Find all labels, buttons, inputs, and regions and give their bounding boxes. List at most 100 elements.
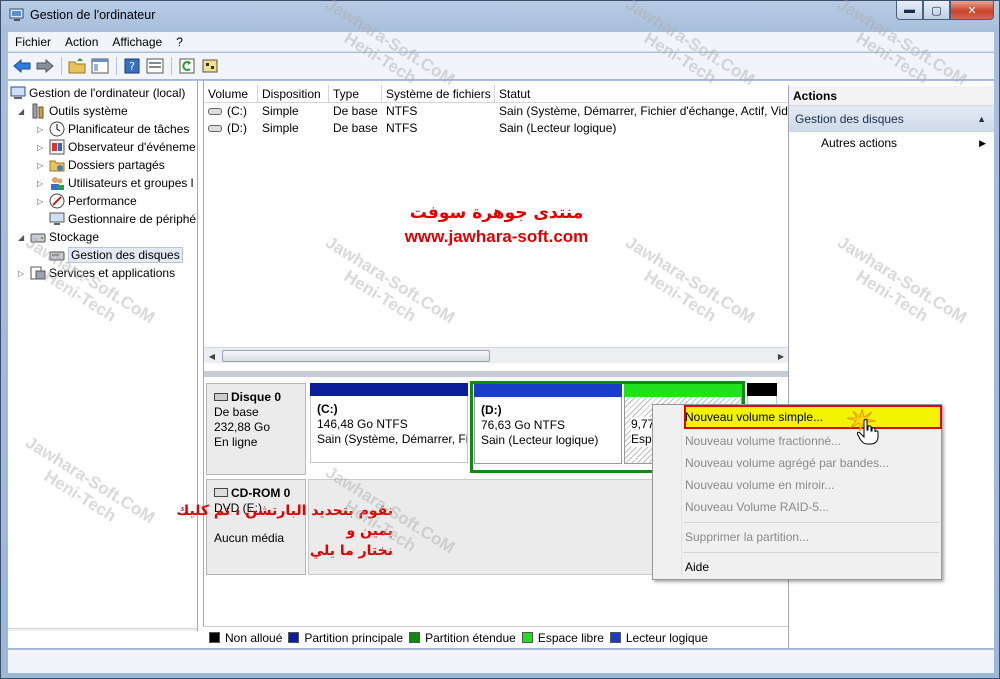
menu-help[interactable]: Aide bbox=[685, 557, 709, 577]
legend-label: Lecteur logique bbox=[625, 630, 708, 645]
table-row[interactable]: (D:) Simple De base NTFS Sain (Lecteur l… bbox=[204, 120, 789, 137]
status-cell: Sain (Système, Démarrer, Fichier d'échan… bbox=[499, 104, 788, 118]
menu-new-raid5-volume[interactable]: Nouveau Volume RAID-5... bbox=[685, 497, 829, 517]
volume-list-horizontal-scrollbar[interactable]: ◀ ▶ bbox=[204, 347, 789, 363]
tree-label: Observateur d'événeme bbox=[68, 140, 196, 154]
cdrom-name: CD-ROM 0 bbox=[231, 486, 291, 500]
tree-item-shared-folders[interactable]: ▷ Dossiers partagés bbox=[37, 156, 165, 174]
forward-button[interactable] bbox=[34, 55, 56, 77]
expand-arrow-icon[interactable]: ▷ bbox=[37, 143, 47, 152]
actions-more-actions[interactable]: Autres actions ▶ bbox=[789, 132, 994, 154]
tree-item-system-tools[interactable]: ◢ Outils système bbox=[18, 102, 128, 120]
legend-label: Partition principale bbox=[304, 630, 404, 645]
scroll-right-icon[interactable]: ▶ bbox=[773, 348, 789, 364]
title-bar[interactable]: Gestion de l'ordinateur ▬ ▢ ✕ bbox=[1, 1, 999, 31]
tree-label: Gestionnaire de périphé bbox=[68, 212, 197, 226]
legend-label: Espace libre bbox=[537, 630, 604, 645]
cdrom-icon bbox=[214, 488, 228, 497]
expand-arrow-icon[interactable]: ▷ bbox=[18, 269, 28, 278]
column-header-volume[interactable]: Volume bbox=[204, 85, 258, 102]
refresh-button[interactable] bbox=[176, 55, 198, 77]
tree-item-computer-management[interactable]: Gestion de l'ordinateur (local) bbox=[10, 84, 185, 102]
free-space-size: 9,77 bbox=[631, 417, 655, 432]
back-button[interactable] bbox=[11, 55, 33, 77]
context-menu: Nouveau volume simple... Nouveau volume … bbox=[652, 404, 942, 580]
scroll-right-icon[interactable]: ▶ bbox=[182, 629, 197, 631]
column-header-file-system[interactable]: Système de fichiers bbox=[382, 85, 495, 102]
instruction-note-arabic: نقوم بتحديد البارتشن ، ثم كليك يمين و نخ… bbox=[143, 501, 393, 561]
maximize-button[interactable]: ▢ bbox=[923, 1, 950, 20]
partition-d[interactable]: (D:) 76,63 Go NTFS Sain (Lecteur logique… bbox=[474, 384, 622, 469]
partition-c-details: (C:) 146,48 Go NTFS Sain (Système, Démar… bbox=[310, 396, 468, 463]
legend-item: Lecteur logique bbox=[609, 630, 708, 645]
toolbar-separator bbox=[61, 57, 62, 75]
tree-item-storage[interactable]: ◢ Stockage bbox=[18, 228, 99, 246]
up-folder-button[interactable] bbox=[66, 55, 88, 77]
tree-item-services-applications[interactable]: ▷ Services et applications bbox=[18, 264, 175, 282]
partition-c[interactable]: (C:) 146,48 Go NTFS Sain (Système, Démar… bbox=[310, 383, 468, 468]
column-header-status[interactable]: Statut bbox=[495, 85, 789, 102]
actions-section-disk-management[interactable]: Gestion des disques ▲ bbox=[789, 106, 994, 132]
properties-button[interactable] bbox=[144, 55, 166, 77]
partition-status: Sain (Lecteur logique) bbox=[481, 433, 599, 447]
menu-new-spanned-volume[interactable]: Nouveau volume fractionné... bbox=[685, 431, 841, 451]
window-title: Gestion de l'ordinateur bbox=[30, 8, 156, 22]
forward-arrow-icon bbox=[36, 59, 54, 73]
tree-item-event-viewer[interactable]: ▷ Observateur d'événeme bbox=[37, 138, 196, 156]
settings-button[interactable] bbox=[199, 55, 221, 77]
expand-arrow-icon[interactable]: ▷ bbox=[37, 125, 47, 134]
collapse-arrow-icon[interactable]: ◢ bbox=[18, 107, 28, 116]
menu-gutter bbox=[681, 407, 682, 577]
menu-fichier[interactable]: Fichier bbox=[8, 35, 58, 49]
toolbar: ? bbox=[8, 53, 994, 80]
legend-item: Non alloué bbox=[209, 631, 282, 645]
help-button[interactable]: ? bbox=[121, 55, 143, 77]
disk-0-label[interactable]: Disque 0 De base 232,88 Go En ligne bbox=[206, 383, 306, 475]
show-console-tree-button[interactable] bbox=[89, 55, 111, 77]
table-row[interactable]: (C:) Simple De base NTFS Sain (Système, … bbox=[204, 103, 789, 120]
menu-new-simple-volume[interactable]: Nouveau volume simple... bbox=[685, 407, 823, 427]
computer-management-window: Gestion de l'ordinateur ▬ ▢ ✕ Fichier Ac… bbox=[0, 0, 1000, 679]
disk-management-icon bbox=[49, 247, 65, 263]
disk-state: En ligne bbox=[214, 435, 258, 449]
volume-name: (C:) bbox=[227, 104, 247, 118]
tree-item-task-scheduler[interactable]: ▷ Planificateur de tâches bbox=[37, 120, 189, 138]
expand-arrow-icon[interactable]: ▷ bbox=[37, 197, 47, 206]
services-icon bbox=[30, 265, 46, 281]
column-header-type[interactable]: Type bbox=[329, 85, 382, 102]
menu-affichage[interactable]: Affichage bbox=[105, 35, 169, 49]
menu-new-mirrored-volume[interactable]: Nouveau volume en miroir... bbox=[685, 475, 834, 495]
minimize-button[interactable]: ▬ bbox=[896, 1, 923, 20]
window-controls: ▬ ▢ ✕ bbox=[896, 1, 994, 21]
expand-arrow-icon[interactable]: ▷ bbox=[37, 179, 47, 188]
menu-help[interactable]: ? bbox=[169, 35, 190, 49]
partition-name: (C:) bbox=[317, 402, 338, 416]
expand-arrow-icon[interactable]: ▷ bbox=[37, 161, 47, 170]
scroll-left-icon[interactable]: ◀ bbox=[204, 348, 220, 364]
close-button[interactable]: ✕ bbox=[950, 1, 994, 20]
tree-item-device-manager[interactable]: Gestionnaire de périphé bbox=[49, 210, 196, 228]
free-space-bar bbox=[624, 384, 742, 397]
scrollbar-thumb[interactable] bbox=[222, 350, 490, 362]
scroll-left-icon[interactable]: ◀ bbox=[8, 629, 24, 631]
menu-new-striped-volume[interactable]: Nouveau volume agrégé par bandes... bbox=[685, 453, 889, 473]
tree-item-performance[interactable]: ▷ Performance bbox=[37, 192, 137, 210]
instruction-line: نقوم بتحديد البارتشن ، ثم كليك يمين و bbox=[176, 503, 393, 539]
menu-bar: Fichier Action Affichage ? bbox=[8, 32, 994, 52]
legend-label: Partition étendue bbox=[425, 630, 516, 645]
column-header-layout[interactable]: Disposition bbox=[258, 85, 329, 102]
tree-label: Services et applications bbox=[49, 266, 176, 280]
collapse-up-icon[interactable]: ▲ bbox=[977, 106, 986, 132]
menu-delete-partition[interactable]: Supprimer la partition... bbox=[685, 527, 809, 547]
tree-label: Dossiers partagés bbox=[68, 158, 165, 172]
instruction-line: نختار ما يلي bbox=[309, 543, 393, 559]
forum-url[interactable]: www.jawhara-soft.com bbox=[204, 227, 789, 247]
tree-item-disk-management[interactable]: Gestion des disques bbox=[49, 246, 183, 264]
collapse-arrow-icon[interactable]: ◢ bbox=[18, 233, 28, 242]
menu-action[interactable]: Action bbox=[58, 35, 105, 49]
type-cell: De base bbox=[333, 104, 378, 118]
tree-horizontal-scrollbar[interactable]: ◀ ▶ bbox=[8, 628, 197, 631]
computer-management-icon bbox=[9, 8, 25, 22]
volume-list-header: Volume Disposition Type Système de fichi… bbox=[204, 85, 789, 103]
tree-item-local-users[interactable]: ▷ Utilisateurs et groupes l bbox=[37, 174, 193, 192]
